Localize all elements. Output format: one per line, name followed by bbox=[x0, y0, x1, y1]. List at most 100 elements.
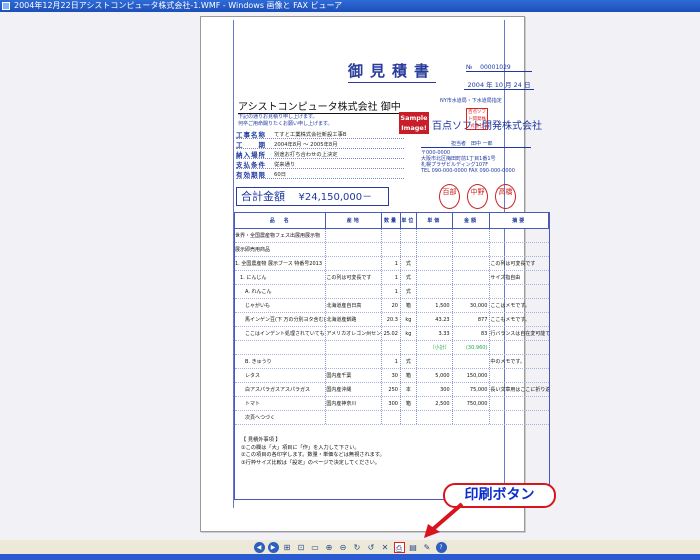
table-cell: 式 bbox=[401, 257, 417, 270]
memo-line: ③行枠サイズ比較は「設定」のページで決定してください。 bbox=[241, 459, 380, 466]
table-cell: 白アスパラガスアスパラガス bbox=[235, 383, 327, 396]
vendor-certification: NY市水道局・下水道局指定 bbox=[440, 98, 502, 104]
print-icon[interactable]: ⎙ bbox=[393, 541, 405, 553]
detail-row: 工 期 2004年8月 ～ 2005年8月 bbox=[236, 139, 404, 149]
document-number-label: № bbox=[466, 64, 473, 71]
table-cell: kg bbox=[401, 327, 417, 340]
table-cell: 1 bbox=[382, 285, 401, 298]
table-cell bbox=[401, 341, 417, 354]
table-cell bbox=[382, 411, 401, 424]
vendor-info: 担当者 田中 一郎 〒000-0000 大阪市北区梅田町前1丁目1番1号 札幌プ… bbox=[421, 141, 531, 174]
slideshow-icon[interactable]: ▭ bbox=[310, 542, 321, 553]
table-cell: 877 bbox=[453, 313, 491, 326]
table-cell bbox=[401, 229, 417, 242]
table-cell: 〔小計〕 bbox=[417, 341, 453, 354]
table-row: じゃがいも 北海道産自日高 20 箱 1,500 30,000 ここはメモです。 bbox=[235, 299, 549, 313]
memo-line: ②この項目の各印字します。数量・単価などは無視されます。 bbox=[241, 452, 385, 458]
table-cell bbox=[490, 369, 549, 382]
detail-label: 納入場所 bbox=[236, 150, 266, 159]
greeting-line-2: 何卒ご用命賜りたくお願い申し上げます。 bbox=[238, 121, 333, 127]
next-icon[interactable]: ▶ bbox=[267, 541, 279, 553]
approval-stamp: 中野 bbox=[467, 184, 488, 209]
table-cell: 北海道産自日高 bbox=[326, 299, 383, 312]
table-cell bbox=[417, 411, 453, 424]
copy-to-icon[interactable]: ▤ bbox=[408, 542, 419, 553]
document-number-value: 00001029 bbox=[480, 64, 511, 71]
sample-image-badge: Sample Image! bbox=[399, 112, 429, 134]
table-cell bbox=[453, 271, 491, 284]
table-cell bbox=[453, 411, 491, 424]
table-cell: 箱 bbox=[401, 397, 417, 410]
total-label: 合計金額 bbox=[241, 190, 285, 203]
table-cell: 1 bbox=[382, 257, 401, 270]
greeting: 下記の通りお見積り申し上げます。 何卒ご用命賜りたくお願い申し上げます。 bbox=[238, 114, 333, 128]
window-title: 2004年12月22日アシストコンピュータ株式会社-1.WMF - Window… bbox=[14, 1, 343, 10]
table-row: A. れんこん 1 式 bbox=[235, 285, 549, 299]
memo-line: ①この欄は「大」項目に「作」を入力して下さい。 bbox=[241, 444, 360, 451]
detail-value: 別途お打ち合わせの上決定 bbox=[274, 151, 338, 158]
table-cell bbox=[326, 411, 383, 424]
table-cell: (30,960) bbox=[453, 341, 491, 354]
detail-value: 60日 bbox=[274, 171, 287, 178]
table-cell: 1. 全国農産物 展示ブース 特番号2013 bbox=[235, 257, 327, 270]
table-cell bbox=[382, 229, 401, 242]
table-cell bbox=[401, 411, 417, 424]
table-cell bbox=[453, 243, 491, 256]
table-cell: kg bbox=[401, 313, 417, 326]
rotate-ccw-icon[interactable]: ↺ bbox=[366, 542, 377, 553]
memo-title: 【 見積外事項 】 bbox=[241, 437, 281, 443]
detail-row: 支払条件 従来通り bbox=[236, 159, 404, 169]
actual-size-icon[interactable]: ⊡ bbox=[296, 542, 307, 553]
approval-stamp: 百部 bbox=[439, 184, 460, 209]
vendor-person: 担当者 田中 一郎 bbox=[421, 141, 531, 148]
detail-label: 支払条件 bbox=[236, 160, 266, 169]
table-cell: この列は可変長です bbox=[490, 261, 536, 267]
detail-label: 工事名称 bbox=[236, 130, 266, 139]
table-row: 馬インゲン豆(下 万の分別ヨタ含む) 北海道産釧路 20.3 kg 43.23 877 ここ… bbox=[235, 313, 549, 327]
table-cell: 750,000 bbox=[453, 397, 491, 410]
zoom-in-icon[interactable]: ⊕ bbox=[324, 542, 335, 553]
quote-details: 工事名称 てすと工業株式会社新設工事B 工 期 2004年8月 ～ 2005年8月 … bbox=[236, 129, 404, 179]
table-cell bbox=[453, 229, 491, 242]
table-cell: A. れんこん bbox=[235, 285, 327, 298]
table-cell: 20.3 bbox=[382, 313, 401, 326]
prev-icon[interactable]: ◀ bbox=[253, 541, 265, 553]
table-cell bbox=[326, 285, 383, 298]
edit-icon[interactable]: ✎ bbox=[422, 542, 433, 553]
column-header: 金額 bbox=[453, 213, 491, 228]
title-bar: 2004年12月22日アシストコンピュータ株式会社-1.WMF - Window… bbox=[0, 0, 700, 12]
table-cell: 世界・全国農産物フェス出展用展示物 bbox=[235, 229, 327, 242]
table-cell bbox=[490, 411, 549, 424]
table-cell: 中のメモです。 bbox=[490, 359, 525, 365]
table-cell: 1 bbox=[382, 271, 401, 284]
rotate-cw-icon[interactable]: ↻ bbox=[352, 542, 363, 553]
table-cell bbox=[326, 355, 383, 368]
help-icon[interactable]: ? bbox=[435, 541, 447, 553]
column-header: 単価 bbox=[417, 213, 453, 228]
table-cell: ここはインデント処理されていても設定可能です。 bbox=[235, 327, 327, 340]
detail-row: 工事名称 てすと工業株式会社新設工事B bbox=[236, 129, 404, 139]
table-cell: ここはメモです。 bbox=[490, 303, 530, 309]
delete-icon[interactable]: ✕ bbox=[380, 542, 391, 553]
table-cell bbox=[326, 243, 383, 256]
column-header: 産地 bbox=[326, 213, 383, 228]
table-cell: 300 bbox=[382, 397, 401, 410]
table-cell bbox=[417, 229, 453, 242]
document-title: 御見積書 bbox=[348, 60, 437, 83]
table-cell: 2,500 bbox=[417, 397, 453, 410]
table-cell bbox=[417, 355, 453, 368]
detail-value: 従来通り bbox=[274, 161, 296, 168]
table-cell: 行バランスは自在変可能です。 bbox=[490, 331, 549, 337]
best-fit-icon[interactable]: ⊞ bbox=[282, 542, 293, 553]
table-memo: 【 見積外事項 】 ①この欄は「大」項目に「作」を入力して下さい。 ②この項目の… bbox=[241, 437, 385, 467]
table-row: 白アスパラガスアスパラガス 国内産沖縄 250 本 300 75,000 長い文章用はここに… bbox=[235, 383, 549, 397]
zoom-out-icon[interactable]: ⊖ bbox=[338, 542, 349, 553]
table-cell bbox=[490, 285, 549, 298]
table-row: B. きゅうり 1 式 中のメモです。 bbox=[235, 355, 549, 369]
table-cell bbox=[490, 397, 549, 410]
table-cell: この列は可変長です bbox=[326, 271, 383, 284]
vendor-address-line: TEL 090-000-0000 FAX 090-000-0000 bbox=[421, 168, 515, 174]
detail-value: 2004年8月 ～ 2005年8月 bbox=[274, 141, 338, 148]
table-row: トマト 国内産神奈川 300 箱 2,500 750,000 bbox=[235, 397, 549, 411]
table-cell: 30 bbox=[382, 369, 401, 382]
